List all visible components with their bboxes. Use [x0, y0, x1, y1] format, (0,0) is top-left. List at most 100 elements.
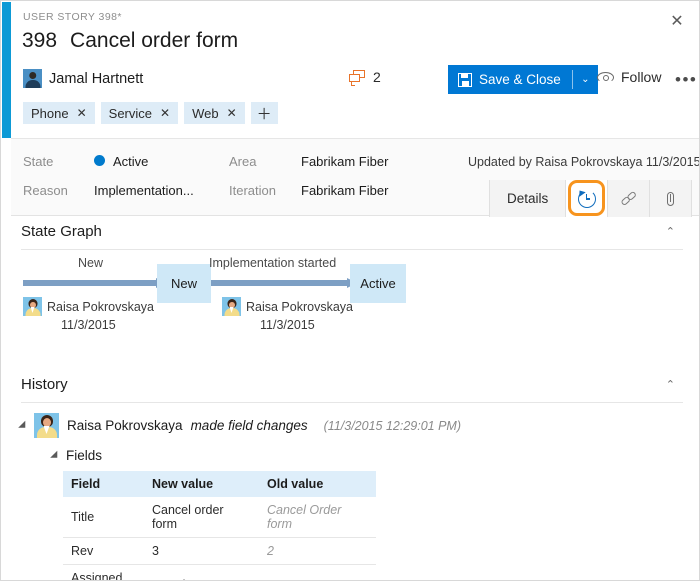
transition-label: Implementation started	[209, 256, 336, 270]
cell-field: Assigned To	[63, 565, 144, 581]
left-accent-bar	[2, 2, 11, 138]
link-icon	[620, 190, 638, 208]
state-node: New	[157, 264, 211, 303]
state-status-dot	[94, 155, 105, 166]
fields-group-label: Fields	[66, 448, 102, 463]
transition-person: Raisa Pokrovskaya	[23, 297, 154, 316]
iteration-label: Iteration	[229, 183, 276, 198]
expand-triangle-icon[interactable]	[50, 450, 61, 461]
column-header-new-value: New value	[144, 471, 259, 497]
cell-old-value	[259, 565, 376, 581]
reason-value[interactable]: Implementation...	[94, 183, 194, 198]
tab-strip: Details	[489, 180, 692, 217]
table-row: Rev 3 2	[63, 538, 376, 565]
state-graph-title: State Graph	[21, 223, 102, 240]
cell-field: Title	[63, 497, 144, 538]
chevron-up-icon[interactable]: ⌃	[658, 378, 683, 391]
transition-date: 11/3/2015	[61, 318, 116, 332]
transition-person-name: Raisa Pokrovskaya	[246, 300, 353, 314]
avatar	[34, 413, 59, 438]
state-graph-section-header: State Graph ⌃	[21, 223, 683, 250]
eye-icon	[597, 72, 614, 83]
history-timestamp: (11/3/2015 12:29:01 PM)	[324, 419, 461, 433]
updated-by-text: Updated by Raisa Pokrovskaya 11/3/2015	[468, 155, 700, 169]
history-person-name: Raisa Pokrovskaya	[67, 418, 183, 433]
cell-new-value: Jamal Hartnett	[144, 565, 259, 581]
avatar	[23, 69, 42, 88]
fields-summary-strip: State Active Reason Implementation... Ar…	[11, 138, 699, 216]
assignee-field[interactable]: Jamal Hartnett	[23, 69, 143, 88]
transition-label: New	[78, 256, 103, 270]
tag-chip[interactable]: Web ✕	[184, 102, 245, 124]
avatar	[23, 297, 42, 316]
close-icon[interactable]: ✕	[77, 106, 87, 120]
dialog-header: USER STORY 398* 398 Cancel order form Ja…	[11, 1, 699, 138]
transition-date: 11/3/2015	[260, 318, 315, 332]
close-icon[interactable]: ✕	[665, 9, 689, 33]
tag-label: Web	[192, 106, 219, 121]
cell-old-value: 2	[259, 538, 376, 565]
history-entry[interactable]: Raisa Pokrovskaya made field changes (11…	[21, 413, 461, 438]
tab-attachments[interactable]	[650, 180, 692, 217]
transition-person: Raisa Pokrovskaya	[222, 297, 353, 316]
chevron-up-icon[interactable]: ⌃	[658, 225, 683, 238]
transition-arrow	[23, 278, 168, 288]
chevron-down-icon[interactable]: ⌄	[573, 65, 598, 94]
cell-new-value: Cancel order form	[144, 497, 259, 538]
save-button-main[interactable]: Save & Close	[448, 65, 572, 94]
transition-arrow	[211, 278, 359, 288]
tag-chip[interactable]: Phone ✕	[23, 102, 95, 124]
tags-list: Phone ✕ Service ✕ Web ✕ ＋	[23, 102, 278, 124]
state-value[interactable]: Active	[113, 154, 148, 169]
work-item-dialog: USER STORY 398* 398 Cancel order form Ja…	[0, 0, 700, 581]
table-row: Title Cancel order form Cancel Order for…	[63, 497, 376, 538]
assignee-name: Jamal Hartnett	[49, 71, 143, 87]
table-row: Assigned To Jamal Hartnett	[63, 565, 376, 581]
tab-links[interactable]	[608, 180, 650, 217]
tab-history[interactable]	[566, 180, 608, 217]
column-header-field: Field	[63, 471, 144, 497]
tab-details-label: Details	[507, 191, 548, 206]
state-node: Active	[350, 264, 406, 303]
tag-label: Phone	[31, 106, 69, 121]
avatar	[222, 297, 241, 316]
breadcrumb: USER STORY 398*	[23, 11, 122, 23]
save-and-close-button[interactable]: Save & Close ⌄	[448, 65, 598, 94]
area-label: Area	[229, 154, 256, 169]
comment-icon	[349, 70, 366, 85]
state-label: State	[23, 154, 53, 169]
cell-field: Rev	[63, 538, 144, 565]
follow-label: Follow	[621, 69, 661, 85]
comment-count-label: 2	[373, 69, 381, 85]
page-title: 398 Cancel order form	[22, 29, 238, 53]
history-action-text: made field changes	[191, 418, 308, 433]
more-actions-button[interactable]: •••	[675, 71, 697, 88]
table-header-row: Field New value Old value	[63, 471, 376, 497]
fields-group-toggle[interactable]: Fields	[53, 448, 102, 463]
close-icon[interactable]: ✕	[227, 106, 237, 120]
work-item-id: 398	[22, 29, 57, 53]
area-value[interactable]: Fabrikam Fiber	[301, 154, 388, 169]
history-icon	[578, 190, 596, 208]
tag-label: Service	[109, 106, 152, 121]
save-button-label: Save & Close	[479, 72, 561, 87]
tab-details[interactable]: Details	[490, 180, 566, 217]
field-changes-table: Field New value Old value Title Cancel o…	[63, 471, 376, 581]
transition-person-name: Raisa Pokrovskaya	[47, 300, 154, 314]
column-header-old-value: Old value	[259, 471, 376, 497]
follow-button[interactable]: Follow	[597, 69, 661, 85]
cell-old-value: Cancel Order form	[259, 497, 376, 538]
close-icon[interactable]: ✕	[160, 106, 170, 120]
save-icon	[458, 73, 472, 87]
history-section-header: History ⌃	[21, 376, 683, 403]
history-title: History	[21, 376, 68, 393]
cell-new-value: 3	[144, 538, 259, 565]
work-item-title[interactable]: Cancel order form	[70, 29, 238, 53]
add-tag-button[interactable]: ＋	[251, 102, 278, 124]
discussion-count[interactable]: 2	[349, 69, 381, 85]
iteration-value[interactable]: Fabrikam Fiber	[301, 183, 388, 198]
reason-label: Reason	[23, 183, 68, 198]
attachment-icon	[662, 190, 680, 208]
tag-chip[interactable]: Service ✕	[101, 102, 178, 124]
expand-triangle-icon[interactable]	[18, 420, 29, 431]
